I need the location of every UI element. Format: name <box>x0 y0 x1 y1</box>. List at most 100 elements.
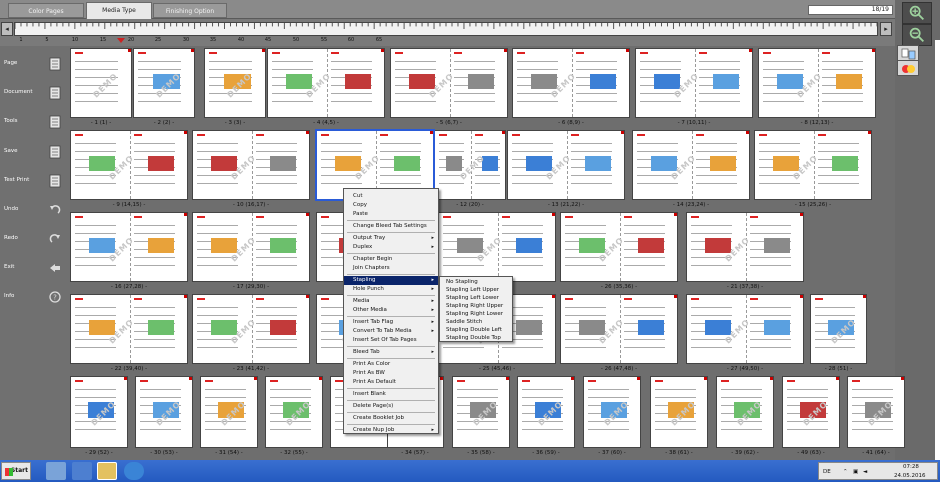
zoom-out-button[interactable] <box>902 24 932 46</box>
sidebar-item-exit[interactable]: Exit <box>0 256 70 278</box>
menu-item-print-as-bw[interactable]: Print As BW <box>344 369 438 378</box>
sidebar-item-document[interactable]: Document <box>0 81 70 103</box>
menu-item-delete-page-s[interactable]: Delete Page(s) <box>344 402 438 411</box>
stapling-option[interactable]: Stapling Left Lower <box>440 294 512 302</box>
page-thumbnail[interactable]: DEMO <box>265 376 323 448</box>
sidebar-item-undo[interactable]: Undo <box>0 198 70 220</box>
menu-item-copy[interactable]: Copy <box>344 201 438 210</box>
page-thumbnail[interactable]: DEMO <box>686 294 804 364</box>
menu-item-hole-punch[interactable]: Hole Punch ▸ <box>344 285 438 294</box>
page-thumbnail[interactable]: DEMO <box>512 48 630 118</box>
stapling-option[interactable]: Saddle Stitch <box>440 318 512 326</box>
tab-finishing-option[interactable]: Finishing Option <box>153 3 227 18</box>
stapling-option[interactable]: Stapling Double Top <box>440 334 512 342</box>
stapling-option[interactable]: Stapling Right Upper <box>440 302 512 310</box>
page-thumbnail[interactable]: DEMO <box>135 376 193 448</box>
tray-volume-icon[interactable]: ◄ <box>863 469 867 475</box>
ruler-left-button[interactable]: ◂ <box>1 22 13 36</box>
menu-item-stapling[interactable]: Stapling ▸ <box>344 276 438 285</box>
tab-media-type[interactable]: Media Type <box>86 2 152 19</box>
menu-item-label: Convert To Tab Media <box>353 328 412 334</box>
page-thumbnail[interactable]: DEMO <box>70 212 188 282</box>
page-thumbnail[interactable]: DEMO <box>583 376 641 448</box>
page-thumbnail[interactable]: DEMO <box>204 48 266 118</box>
menu-item-create-booklet-job[interactable]: Create Booklet Job <box>344 414 438 423</box>
tray-arrow-icon[interactable]: ⌃ <box>843 469 848 475</box>
page-thumbnail[interactable]: DEMO <box>507 130 625 200</box>
page-thumbnail[interactable]: DEMO <box>438 212 556 282</box>
page-thumbnail[interactable]: DEMO <box>70 376 128 448</box>
page-thumbnail[interactable]: DEMO <box>517 376 575 448</box>
menu-item-convert-to-tab-media[interactable]: Convert To Tab Media ▸ <box>344 327 438 336</box>
language-indicator[interactable]: DE <box>823 469 831 475</box>
menu-item-join-chapters[interactable]: Join Chapters <box>344 264 438 273</box>
page-thumbnail[interactable]: DEMO <box>70 294 188 364</box>
page-thumbnail[interactable]: DEMO <box>560 294 678 364</box>
ruler-right-button[interactable]: ▸ <box>880 22 892 36</box>
tray-network-icon[interactable]: ▣ <box>853 469 858 475</box>
page-thumbnail[interactable]: DEMO <box>650 376 708 448</box>
menu-item-change-bleed-tab-settings[interactable]: Change Bleed Tab Settings <box>344 222 438 231</box>
view-mode-button-1[interactable] <box>897 45 919 61</box>
page-thumbnail[interactable]: DEMO <box>632 130 750 200</box>
zoom-in-button[interactable] <box>902 2 932 24</box>
page-thumbnail[interactable]: DEMO <box>847 376 905 448</box>
tab-color-pages[interactable]: Color Pages <box>8 3 84 18</box>
stapling-option[interactable]: Stapling Left Upper <box>440 286 512 294</box>
menu-item-insert-blank[interactable]: Insert Blank <box>344 390 438 399</box>
powershell-icon[interactable] <box>72 462 92 480</box>
ie-icon[interactable] <box>124 462 144 480</box>
explorer-icon[interactable] <box>97 462 117 480</box>
page-thumbnail[interactable]: DEMO <box>635 48 753 118</box>
menu-item-print-as-color[interactable]: Print As Color <box>344 360 438 369</box>
sidebar-item-page[interactable]: Page <box>0 52 70 74</box>
network-icon[interactable] <box>46 462 66 480</box>
menu-item-paste[interactable]: Paste <box>344 210 438 219</box>
sidebar-item-redo[interactable]: Redo <box>0 227 70 249</box>
page-thumbnail[interactable]: DEMO <box>758 48 876 118</box>
stapling-option[interactable]: Stapling Right Lower <box>440 310 512 318</box>
sidebar-item-info[interactable]: Info? <box>0 285 70 307</box>
page-thumbnail[interactable]: DEMO <box>560 212 678 282</box>
sidebar-item-save[interactable]: Save <box>0 140 70 162</box>
page-thumbnail[interactable]: DEMO <box>782 376 840 448</box>
menu-item-bleed-tab[interactable]: Bleed Tab ▸ <box>344 348 438 357</box>
page-thumbnail[interactable]: DEMO <box>754 130 872 200</box>
page-thumbnail[interactable]: DEMO <box>192 294 310 364</box>
page-thumbnail[interactable]: DEMO <box>192 130 310 200</box>
ruler-slider[interactable] <box>14 22 878 36</box>
clock-time[interactable]: 07:28 <box>903 464 919 470</box>
page-thumbnail[interactable]: DEMO <box>70 130 188 200</box>
sidebar-item-tools[interactable]: Tools <box>0 110 70 132</box>
start-button[interactable]: Start <box>1 462 31 480</box>
menu-item-insert-tab-flag[interactable]: Insert Tab Flag ▸ <box>344 318 438 327</box>
menu-item-print-as-default[interactable]: Print As Default <box>344 378 438 387</box>
page-thumbnail[interactable]: DEMO <box>716 376 774 448</box>
clock-date[interactable]: 24.05.2016 <box>894 473 926 479</box>
view-mode-button-2[interactable] <box>897 60 919 76</box>
page-thumbnail[interactable]: DEMO <box>810 294 867 364</box>
page-thumbnail[interactable]: DEMO <box>686 212 804 282</box>
page-thumbnail[interactable]: DEMO <box>133 48 195 118</box>
page-thumbnail[interactable]: DEMO <box>70 48 132 118</box>
vertical-scrollbar[interactable] <box>935 40 940 460</box>
menu-item-create-nup-job[interactable]: Create Nup Job ▸ <box>344 426 438 435</box>
menu-item-other-media[interactable]: Other Media ▸ <box>344 306 438 315</box>
current-page-marker[interactable] <box>117 38 125 43</box>
page-thumbnail[interactable]: DEMO <box>390 48 508 118</box>
menu-item-media[interactable]: Media ▸ <box>344 297 438 306</box>
page-thumbnail[interactable]: DEMO <box>267 48 385 118</box>
stapling-option[interactable]: No Stapling <box>440 278 512 286</box>
submenu-arrow-icon: ▸ <box>431 298 434 304</box>
menu-item-duplex[interactable]: Duplex ▸ <box>344 243 438 252</box>
page-thumbnail[interactable]: DEMO <box>452 376 510 448</box>
menu-item-cut[interactable]: Cut <box>344 192 438 201</box>
menu-item-output-tray[interactable]: Output Tray ▸ <box>344 234 438 243</box>
sidebar-item-test-print[interactable]: Test Print <box>0 169 70 191</box>
menu-item-insert-set-of-tab-pages[interactable]: Insert Set Of Tab Pages <box>344 336 438 345</box>
stapling-option[interactable]: Stapling Double Left <box>440 326 512 334</box>
menu-item-chapter-begin[interactable]: Chapter Begin <box>344 255 438 264</box>
page-thumbnail[interactable]: DEMO <box>434 130 506 200</box>
page-thumbnail[interactable]: DEMO <box>200 376 258 448</box>
page-thumbnail[interactable]: DEMO <box>192 212 310 282</box>
